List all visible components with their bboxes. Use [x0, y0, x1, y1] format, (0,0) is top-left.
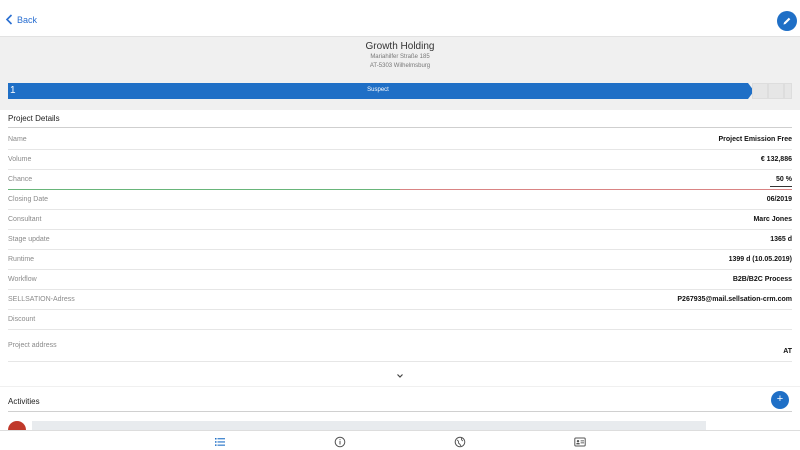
divider	[8, 127, 792, 128]
company-name: Growth Holding	[365, 41, 435, 52]
list-icon	[215, 438, 225, 446]
activities-panel: Activities +	[0, 387, 800, 439]
detail-value: 1399 d (10.05.2019)	[728, 256, 792, 263]
list-item[interactable]	[32, 421, 706, 430]
detail-key: Project address	[8, 342, 57, 349]
add-activity-button[interactable]: +	[771, 391, 789, 409]
divider	[8, 411, 792, 412]
detail-row-name: Name Project Emission Free	[8, 130, 792, 150]
company-header: Growth Holding Mariahilfer Straße 185 AT…	[0, 36, 800, 76]
detail-key: Volume	[8, 156, 32, 163]
detail-key: Name	[8, 136, 27, 143]
chance-bar-positive	[8, 189, 400, 190]
top-bar: Back	[0, 0, 800, 36]
detail-row-runtime: Runtime 1399 d (10.05.2019)	[8, 250, 792, 270]
detail-value: B2B/B2C Process	[732, 276, 792, 283]
tab-contact[interactable]	[574, 435, 586, 447]
detail-row-sellsation-address: SELLSATION-Adress P267935@mail.sellsatio…	[8, 290, 792, 310]
back-button[interactable]: Back	[5, 14, 37, 25]
detail-key: Closing Date	[8, 196, 49, 203]
detail-key: SELLSATION-Adress	[8, 296, 75, 303]
detail-value: € 132,886	[760, 156, 792, 163]
detail-value[interactable]: P267935@mail.sellsation-crm.com	[677, 296, 792, 303]
company-city: AT-5303 Wilhelmsburg	[369, 63, 431, 69]
chance-value-underline	[770, 186, 792, 187]
info-icon	[334, 436, 346, 448]
detail-row-volume: Volume € 132,886	[8, 150, 792, 170]
detail-key: Runtime	[8, 256, 35, 263]
tab-list[interactable]	[214, 435, 226, 447]
detail-row-stage-update: Stage update 1365 d	[8, 230, 792, 250]
stage-label: Suspect	[367, 87, 389, 93]
stage-current[interactable]: 1 Suspect	[8, 83, 748, 99]
detail-value: 50 %	[776, 176, 792, 183]
detail-row-chance: Chance 50 %	[8, 170, 792, 190]
detail-row-project-address: Project address AT	[8, 330, 792, 362]
detail-key: Stage update	[8, 236, 50, 243]
project-details-title: Project Details	[8, 114, 60, 123]
stage-step-2[interactable]	[752, 83, 768, 99]
detail-key: Consultant	[8, 216, 42, 223]
detail-row-consultant: Consultant Marc Jones	[8, 210, 792, 230]
detail-value: Marc Jones	[753, 216, 792, 223]
detail-row-closing-date: Closing Date 06/2019	[8, 190, 792, 210]
stage-progress-bar[interactable]: 1 Suspect	[8, 83, 792, 99]
detail-key: Workflow	[8, 276, 37, 283]
contact-card-icon	[574, 437, 586, 447]
detail-value: 06/2019	[766, 196, 792, 203]
back-label: Back	[17, 14, 38, 25]
bottom-tab-bar	[0, 430, 800, 450]
detail-value: AT	[783, 348, 792, 355]
detail-value: Project Emission Free	[718, 136, 792, 143]
tab-info[interactable]	[334, 435, 346, 448]
project-details-panel: Project Details Name Project Emission Fr…	[0, 110, 800, 386]
globe-icon	[454, 436, 466, 448]
detail-row-workflow: Workflow B2B/B2C Process	[8, 270, 792, 290]
detail-value: 1365 d	[770, 236, 792, 243]
stage-step-4[interactable]	[784, 83, 792, 99]
detail-key: Discount	[8, 316, 36, 323]
detail-key: Chance	[8, 176, 33, 183]
detail-row-discount: Discount	[8, 310, 792, 330]
edit-button[interactable]	[777, 11, 797, 31]
pencil-icon	[783, 17, 791, 25]
chevron-left-icon	[5, 14, 13, 25]
company-street: Mariahilfer Straße 185	[370, 54, 430, 60]
activities-title: Activities	[8, 397, 40, 406]
tab-globe[interactable]	[454, 435, 466, 448]
chance-bar-negative	[400, 189, 792, 190]
expand-button[interactable]	[394, 368, 406, 378]
chevron-down-icon	[397, 374, 403, 378]
stage-step-3[interactable]	[768, 83, 784, 99]
